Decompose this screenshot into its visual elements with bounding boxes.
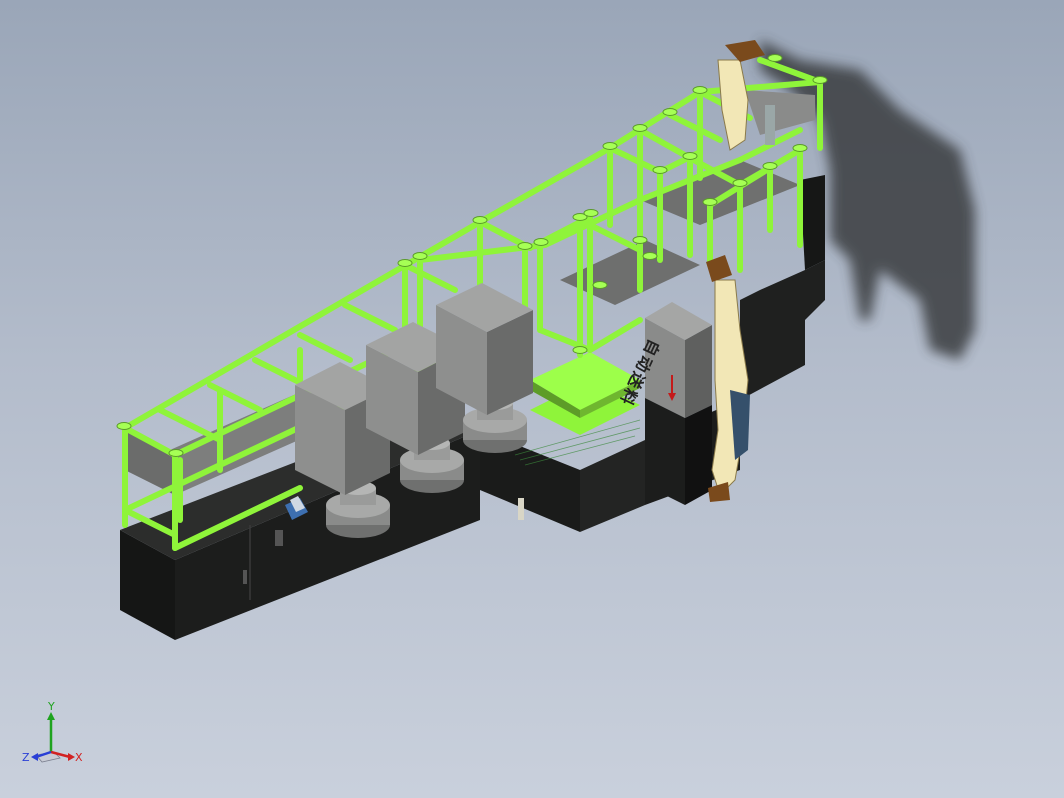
triad-y-arrow xyxy=(47,712,55,720)
cabinet-handle xyxy=(243,570,247,584)
triad-x-arrow xyxy=(68,753,75,761)
feed-cabinet xyxy=(645,302,712,505)
cylinder xyxy=(765,105,775,145)
triad-z-label: Z xyxy=(22,751,30,764)
support-pin xyxy=(518,498,524,520)
cabinet-handle xyxy=(275,530,283,546)
cad-viewport[interactable]: 自动送料 xyxy=(0,0,1064,798)
triad-y-label: Y xyxy=(47,700,55,713)
operator-figure xyxy=(706,255,750,502)
view-triad[interactable]: Y X Z xyxy=(18,700,88,770)
triad-z-arrow xyxy=(31,753,38,761)
triad-x-label: X xyxy=(75,751,83,764)
